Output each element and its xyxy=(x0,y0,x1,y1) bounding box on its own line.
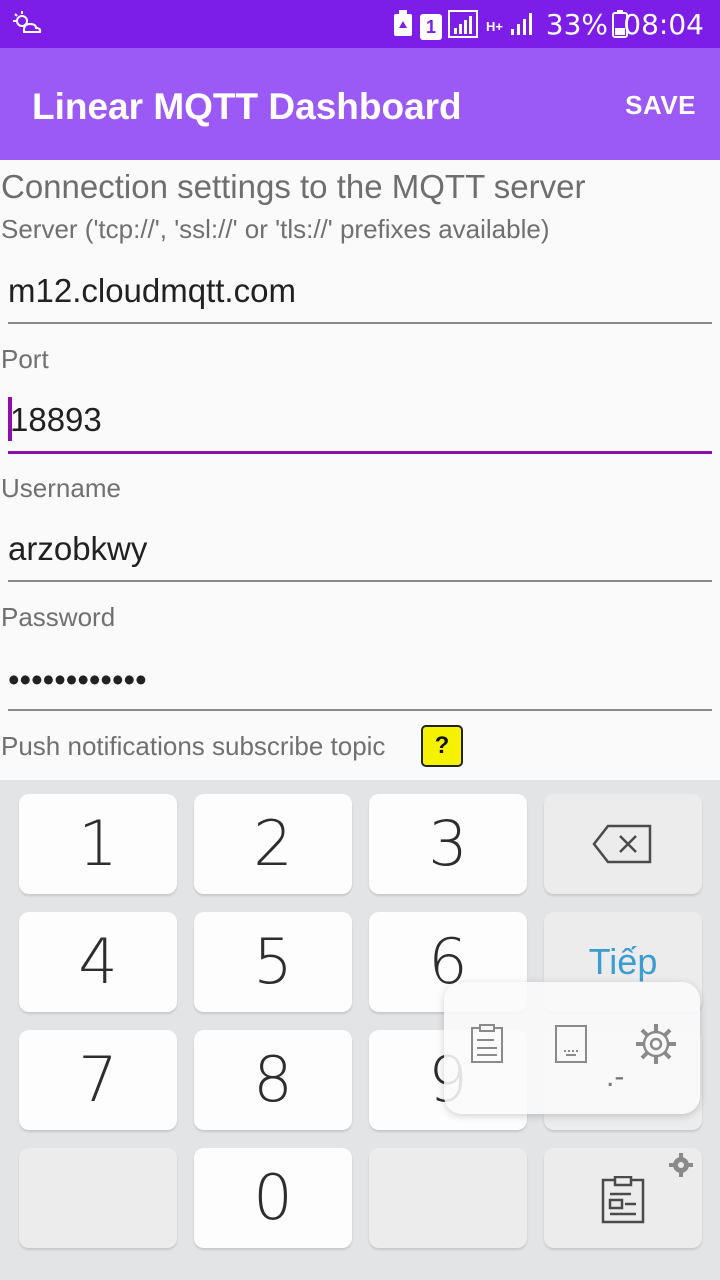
key-3[interactable]: 3 xyxy=(369,794,527,894)
key-8[interactable]: 8 xyxy=(194,1030,352,1130)
port-label: Port xyxy=(1,344,49,374)
key-label: 4 xyxy=(78,925,118,998)
key-label: 5 xyxy=(253,925,293,998)
key-label: 7 xyxy=(78,1043,118,1116)
key-label: 8 xyxy=(253,1043,293,1116)
key-label: 3 xyxy=(428,807,468,880)
status-icons: 1 H+ xyxy=(392,10,535,43)
clipboard-icon xyxy=(601,1175,645,1224)
keyboard-mode-icon[interactable] xyxy=(554,1024,588,1069)
port-field[interactable]: 18893 xyxy=(8,389,712,454)
status-bar: 1 H+ 33% 08:04 xyxy=(0,0,720,48)
server-field[interactable]: m12.cloudmqtt.com xyxy=(8,260,712,324)
password-field[interactable]: •••••••••••• xyxy=(8,647,712,711)
clipboard-key[interactable] xyxy=(544,1148,702,1248)
key-0[interactable]: 0 xyxy=(194,1148,352,1248)
weather-icon xyxy=(12,10,42,41)
key-1[interactable]: 1 xyxy=(19,794,177,894)
key-label: 2 xyxy=(253,807,293,880)
port-value: 18893 xyxy=(10,401,102,438)
backspace-key[interactable] xyxy=(544,794,702,894)
keyboard-tools-popup xyxy=(444,982,700,1114)
save-button[interactable]: SAVE xyxy=(625,90,696,121)
help-button[interactable]: ? xyxy=(421,725,463,767)
key-label: 1 xyxy=(78,807,118,880)
clock: 08:04 xyxy=(623,8,704,41)
battery-percent: 33% xyxy=(545,8,608,41)
section-heading: Connection settings to the MQTT server xyxy=(1,168,586,205)
empty-key-right xyxy=(369,1148,527,1248)
connection-settings-form: Connection settings to the MQTT server S… xyxy=(0,160,720,780)
password-label: Password xyxy=(1,602,116,632)
username-label: Username xyxy=(1,473,121,503)
key-2[interactable]: 2 xyxy=(194,794,352,894)
password-value: •••••••••••• xyxy=(8,661,147,698)
username-value: arzobkwy xyxy=(8,530,148,567)
app-bar: Linear MQTT Dashboard SAVE xyxy=(0,48,720,160)
push-topic-label: Push notifications subscribe topic xyxy=(1,731,386,761)
app-title: Linear MQTT Dashboard xyxy=(32,86,462,127)
signal-bars-icon xyxy=(509,11,535,42)
key-label: 0 xyxy=(253,1161,293,1234)
server-value: m12.cloudmqtt.com xyxy=(8,272,296,309)
backspace-icon xyxy=(592,824,652,864)
key-5[interactable]: 5 xyxy=(194,912,352,1012)
signal-icon xyxy=(448,10,480,43)
username-field[interactable]: arzobkwy xyxy=(8,518,712,582)
settings-small-icon xyxy=(669,1153,693,1177)
dot-dash-label: .- xyxy=(606,1060,625,1093)
server-label: Server ('tcp://', 'ssl://' or 'tls://' p… xyxy=(1,214,550,244)
network-type-label: H+ xyxy=(486,19,503,34)
settings-icon[interactable] xyxy=(634,1022,678,1071)
key-7[interactable]: 7 xyxy=(19,1030,177,1130)
next-key-label: Tiếp xyxy=(588,941,658,982)
sim-slot-icon: 1 xyxy=(420,13,442,40)
data-saver-icon xyxy=(392,10,414,43)
key-4[interactable]: 4 xyxy=(19,912,177,1012)
clipboard-icon[interactable] xyxy=(470,1024,504,1069)
empty-key-left xyxy=(19,1148,177,1248)
